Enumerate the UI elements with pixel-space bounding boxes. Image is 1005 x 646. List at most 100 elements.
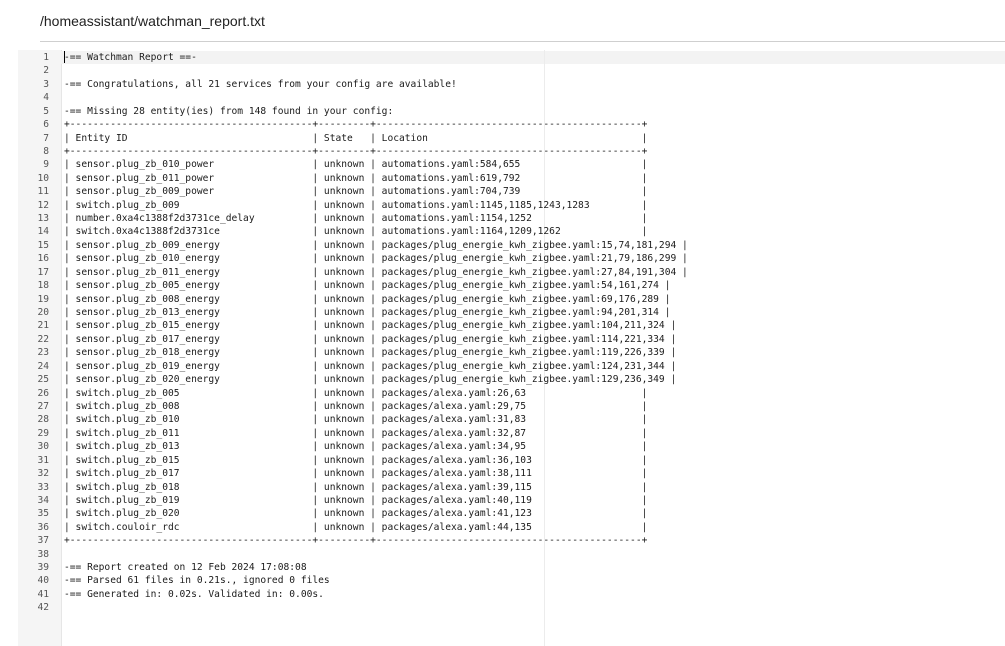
line-text[interactable]: | switch.0xa4c1388f2d3731ce | unknown | … <box>64 225 647 238</box>
code-lines[interactable]: 1 -== Watchman Report ==- 2 3 -== Congratula… <box>18 51 1005 615</box>
line-text[interactable]: | sensor.plug_zb_008_energy | unknown | … <box>64 293 670 306</box>
code-line[interactable]: 32 | switch.plug_zb_017 | unknown | packa… <box>18 467 1005 480</box>
line-text[interactable]: -== Generated in: 0.02s. Validated in: 0… <box>64 588 324 601</box>
code-line[interactable]: 40 -== Parsed 61 files in 0.21s., ignored… <box>18 574 1005 587</box>
line-number: 1 <box>43 52 49 63</box>
line-text[interactable]: | sensor.plug_zb_010_power | unknown | a… <box>64 158 647 171</box>
code-line[interactable]: 4 <box>18 91 1005 104</box>
code-line[interactable]: 31 | switch.plug_zb_015 | unknown | packa… <box>18 454 1005 467</box>
code-line[interactable]: 22 | sensor.plug_zb_017_energy | unknown … <box>18 333 1005 346</box>
line-text[interactable]: | sensor.plug_zb_009_power | unknown | a… <box>64 185 647 198</box>
file-path-title: /homeassistant/watchman_report.txt <box>40 13 265 29</box>
code-line[interactable]: 41 -== Generated in: 0.02s. Validated in:… <box>18 588 1005 601</box>
line-text[interactable]: | switch.plug_zb_015 | unknown | package… <box>64 454 647 467</box>
code-line[interactable]: 30 | switch.plug_zb_013 | unknown | packa… <box>18 440 1005 453</box>
line-text[interactable]: | sensor.plug_zb_017_energy | unknown | … <box>64 333 676 346</box>
code-line[interactable]: 36 | switch.couloir_rdc | unknown | packa… <box>18 521 1005 534</box>
code-line[interactable]: 6 +--------------------------------------… <box>18 118 1005 131</box>
line-text[interactable]: | switch.plug_zb_019 | unknown | package… <box>64 494 647 507</box>
line-text[interactable]: | switch.plug_zb_020 | unknown | package… <box>64 507 647 520</box>
line-text[interactable]: -== Parsed 61 files in 0.21s., ignored 0… <box>64 574 330 587</box>
line-text[interactable]: -== Watchman Report ==- <box>64 51 197 64</box>
line-text[interactable]: | switch.plug_zb_005 | unknown | package… <box>64 387 647 400</box>
code-line[interactable]: 13 | number.0xa4c1388f2d3731ce_delay | un… <box>18 212 1005 225</box>
line-text[interactable]: | sensor.plug_zb_018_energy | unknown | … <box>64 346 676 359</box>
line-text[interactable]: +---------------------------------------… <box>64 534 647 547</box>
line-text[interactable]: | switch.plug_zb_009 | unknown | automat… <box>64 199 647 212</box>
line-text[interactable]: -== Missing 28 entity(ies) from 148 foun… <box>64 105 393 118</box>
code-line[interactable]: 23 | sensor.plug_zb_018_energy | unknown … <box>18 346 1005 359</box>
code-line[interactable]: 29 | switch.plug_zb_011 | unknown | packa… <box>18 427 1005 440</box>
code-line[interactable]: 19 | sensor.plug_zb_008_energy | unknown … <box>18 293 1005 306</box>
code-line[interactable]: 3 -== Congratulations, all 21 services fr… <box>18 78 1005 91</box>
line-number: 31 <box>37 454 49 466</box>
code-line[interactable]: 42 <box>18 601 1005 614</box>
line-text[interactable]: | sensor.plug_zb_011_energy | unknown | … <box>64 266 688 279</box>
line-number: 5 <box>43 105 49 117</box>
line-text[interactable]: | switch.plug_zb_013 | unknown | package… <box>64 440 647 453</box>
line-text[interactable]: | switch.plug_zb_018 | unknown | package… <box>64 481 647 494</box>
line-text[interactable]: | sensor.plug_zb_009_energy | unknown | … <box>64 239 688 252</box>
line-number: 8 <box>43 145 49 157</box>
code-line[interactable]: 18 | sensor.plug_zb_005_energy | unknown … <box>18 279 1005 292</box>
line-text[interactable]: | sensor.plug_zb_020_energy | unknown | … <box>64 373 676 386</box>
line-number: 32 <box>37 468 49 480</box>
line-number: 3 <box>43 78 49 90</box>
text-cursor <box>64 51 65 63</box>
code-line[interactable]: 15 | sensor.plug_zb_009_energy | unknown … <box>18 239 1005 252</box>
code-line[interactable]: 14 | switch.0xa4c1388f2d3731ce | unknown … <box>18 225 1005 238</box>
line-text[interactable]: | sensor.plug_zb_013_energy | unknown | … <box>64 306 670 319</box>
line-text[interactable]: +---------------------------------------… <box>64 145 647 158</box>
line-number: 7 <box>43 132 49 144</box>
code-line[interactable]: 39 -== Report created on 12 Feb 2024 17:0… <box>18 561 1005 574</box>
line-text[interactable]: | sensor.plug_zb_005_energy | unknown | … <box>64 279 670 292</box>
code-line[interactable]: 21 | sensor.plug_zb_015_energy | unknown … <box>18 319 1005 332</box>
code-line[interactable]: 27 | switch.plug_zb_008 | unknown | packa… <box>18 400 1005 413</box>
code-line[interactable]: 10 | sensor.plug_zb_011_power | unknown |… <box>18 172 1005 185</box>
line-text[interactable]: | sensor.plug_zb_011_power | unknown | a… <box>64 172 647 185</box>
line-number: 14 <box>37 226 49 238</box>
code-line[interactable]: 9 | sensor.plug_zb_010_power | unknown | … <box>18 158 1005 171</box>
code-line[interactable]: 11 | sensor.plug_zb_009_power | unknown |… <box>18 185 1005 198</box>
code-line[interactable]: 12 | switch.plug_zb_009 | unknown | autom… <box>18 199 1005 212</box>
line-number: 41 <box>37 588 49 600</box>
line-text[interactable]: | switch.plug_zb_010 | unknown | package… <box>64 413 647 426</box>
code-editor[interactable]: 1 -== Watchman Report ==- 2 3 -== Congratula… <box>18 50 1005 646</box>
code-line[interactable]: 8 +--------------------------------------… <box>18 145 1005 158</box>
line-text[interactable]: | sensor.plug_zb_019_energy | unknown | … <box>64 360 676 373</box>
line-text[interactable]: | sensor.plug_zb_010_energy | unknown | … <box>64 252 688 265</box>
code-line[interactable]: 37 +-------------------------------------… <box>18 534 1005 547</box>
code-line[interactable]: 34 | switch.plug_zb_019 | unknown | packa… <box>18 494 1005 507</box>
code-line[interactable]: 26 | switch.plug_zb_005 | unknown | packa… <box>18 387 1005 400</box>
code-line[interactable]: 20 | sensor.plug_zb_013_energy | unknown … <box>18 306 1005 319</box>
line-number: 12 <box>37 199 49 211</box>
code-line[interactable]: 35 | switch.plug_zb_020 | unknown | packa… <box>18 507 1005 520</box>
line-text[interactable]: | switch.plug_zb_008 | unknown | package… <box>64 400 647 413</box>
code-line[interactable]: 38 <box>18 548 1005 561</box>
line-text[interactable]: | number.0xa4c1388f2d3731ce_delay | unkn… <box>64 212 647 225</box>
line-number: 17 <box>37 266 49 278</box>
code-line[interactable]: 24 | sensor.plug_zb_019_energy | unknown … <box>18 360 1005 373</box>
line-text[interactable]: -== Congratulations, all 21 services fro… <box>64 78 457 91</box>
code-line[interactable]: 7 | Entity ID | State | Location | <box>18 132 1005 145</box>
code-line[interactable]: 17 | sensor.plug_zb_011_energy | unknown … <box>18 266 1005 279</box>
line-text[interactable]: | switch.couloir_rdc | unknown | package… <box>64 521 647 534</box>
code-line[interactable]: 1 -== Watchman Report ==- <box>18 51 1005 64</box>
line-number: 42 <box>37 602 49 614</box>
line-text[interactable]: | switch.plug_zb_011 | unknown | package… <box>64 427 647 440</box>
line-number: 37 <box>37 535 49 547</box>
code-line[interactable]: 33 | switch.plug_zb_018 | unknown | packa… <box>18 481 1005 494</box>
line-text[interactable]: | sensor.plug_zb_015_energy | unknown | … <box>64 319 676 332</box>
code-line[interactable]: 5 -== Missing 28 entity(ies) from 148 fou… <box>18 105 1005 118</box>
line-number: 15 <box>37 239 49 251</box>
code-line[interactable]: 28 | switch.plug_zb_010 | unknown | packa… <box>18 413 1005 426</box>
code-line[interactable]: 16 | sensor.plug_zb_010_energy | unknown … <box>18 252 1005 265</box>
line-text[interactable]: | Entity ID | State | Location | <box>64 132 647 145</box>
line-text[interactable]: +---------------------------------------… <box>64 118 647 131</box>
line-number: 39 <box>37 562 49 574</box>
code-line[interactable]: 2 <box>18 64 1005 77</box>
line-number: 22 <box>37 333 49 345</box>
line-text[interactable]: | switch.plug_zb_017 | unknown | package… <box>64 467 647 480</box>
line-text[interactable]: -== Report created on 12 Feb 2024 17:08:… <box>64 561 307 574</box>
code-line[interactable]: 25 | sensor.plug_zb_020_energy | unknown … <box>18 373 1005 386</box>
